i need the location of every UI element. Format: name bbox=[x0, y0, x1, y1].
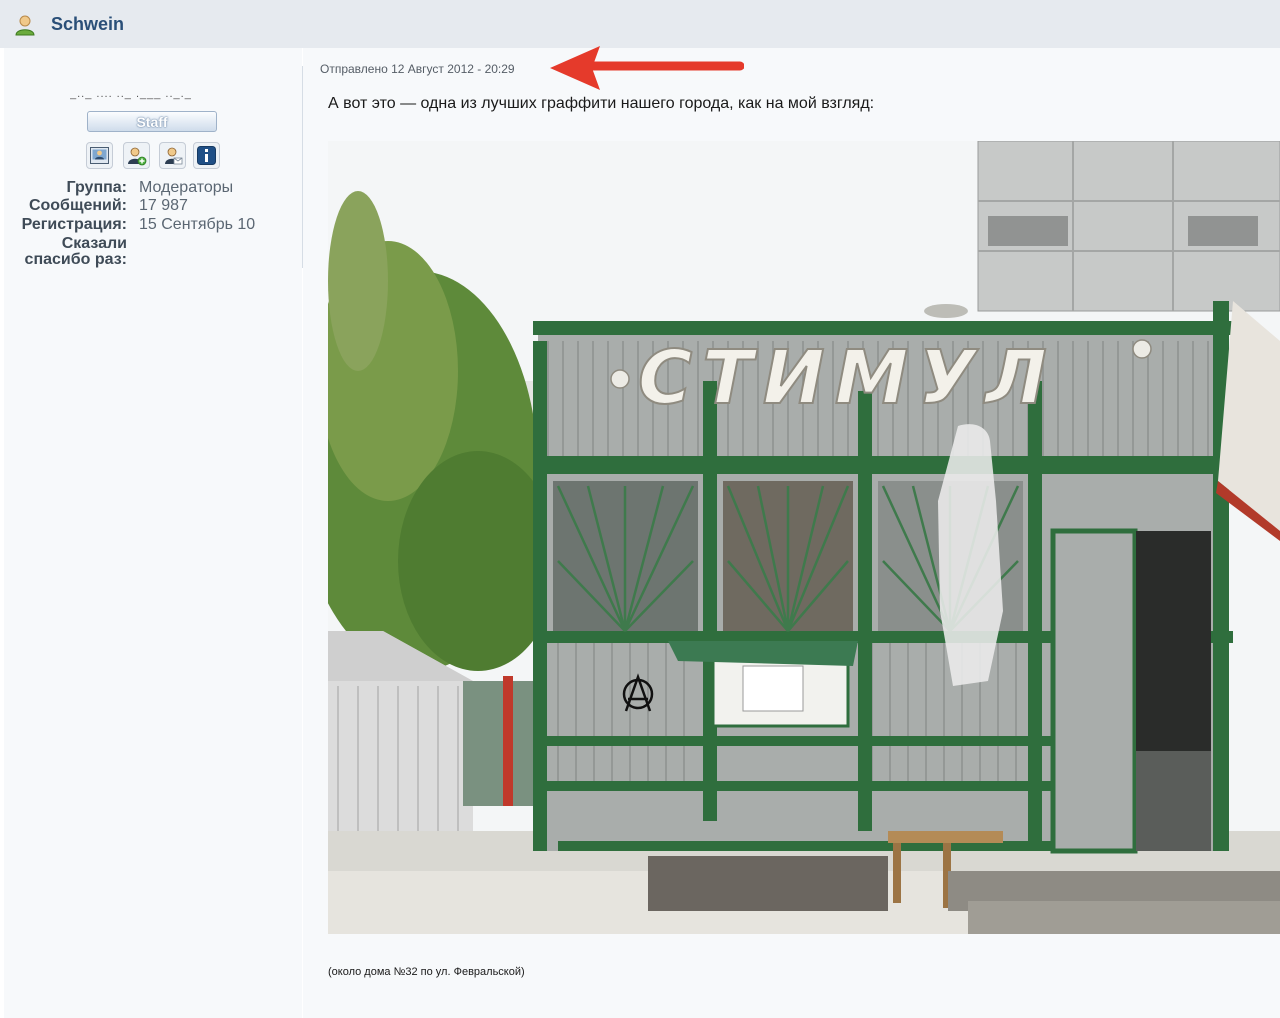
red-arrow-annotation bbox=[550, 46, 744, 90]
username-link[interactable]: Schwein bbox=[51, 14, 124, 35]
image-caption: (около дома №32 по ул. Февральской) bbox=[328, 966, 525, 978]
staff-badge: Staff bbox=[87, 111, 217, 132]
posts-value: 17 987 bbox=[139, 197, 188, 214]
post-text: А вот это — одна из лучших граффити наше… bbox=[328, 95, 875, 112]
user-avatar-icon bbox=[14, 14, 36, 36]
user-title: _.._ .... .._ .___ .._._ bbox=[70, 88, 192, 100]
message-icon[interactable] bbox=[159, 142, 186, 169]
sidebar-divider bbox=[302, 66, 303, 268]
posts-label: Сообщений: bbox=[28, 197, 127, 214]
registration-label: Регистрация: bbox=[21, 216, 127, 233]
post-image[interactable]: СТИМУЛ bbox=[328, 141, 1280, 934]
registration-value: 15 Сентябрь 10 bbox=[139, 216, 256, 233]
add-friend-icon[interactable] bbox=[123, 142, 150, 169]
post-date: Отправлено 12 Август 2012 - 20:29 bbox=[320, 62, 515, 76]
kiosk-sign-text: СТИМУЛ bbox=[638, 335, 1057, 421]
info-icon[interactable] bbox=[193, 142, 220, 169]
photo-icon[interactable] bbox=[86, 142, 113, 169]
group-label: Группа: bbox=[66, 179, 127, 196]
group-value: Модераторы bbox=[139, 179, 234, 196]
thanks-label-line2: спасибо раз: bbox=[24, 251, 127, 268]
post-header: Schwein bbox=[0, 0, 1280, 48]
